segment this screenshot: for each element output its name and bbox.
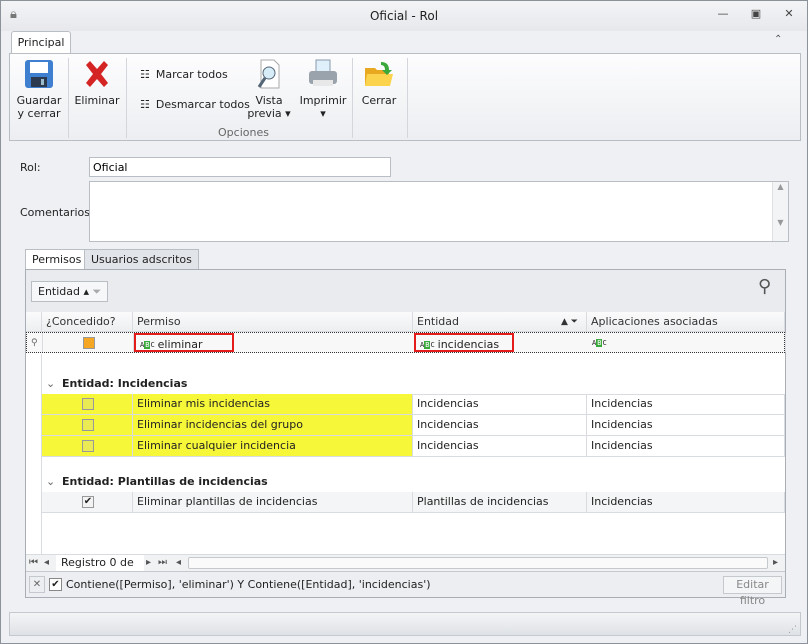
record-navigator: ⏮ ◂ Registro 0 de 4 ▸ ⏭ ◂ ▸ [26,554,785,587]
tab-permisos[interactable]: Permisos [25,249,89,270]
checklist-icon: ☷ [140,68,150,81]
window: 🔒︎ Oficial - Rol — ▣ ✕ Principal ⌃ Guard… [0,0,808,644]
window-title: Oficial - Rol [369,9,439,23]
minimize-button[interactable]: — [713,7,733,23]
close-form-button[interactable]: Cerrar [356,58,402,107]
column-header-entidad[interactable]: Entidad ▲ ⏷ [413,312,587,331]
auto-filter-row: ⚲ ABC eliminar ABC incidencias ABC [26,332,786,353]
filter-concedido[interactable] [43,333,134,352]
uncheck-all-button[interactable]: ☷ Desmarcar todos [140,98,250,111]
comments-textarea[interactable]: ▲ ▼ [89,181,789,242]
rol-input[interactable] [89,157,391,177]
text-filter-icon: ABC [592,339,607,347]
filter-enabled-checkbox[interactable]: ✔ [49,578,62,591]
table-row[interactable]: Eliminar incidencias del grupo Incidenci… [42,415,785,436]
permissions-grid: Entidad ▴ ⏷ ⚲ ¿Concedido? Permiso Entida… [25,269,786,607]
open-folder-icon [365,62,393,86]
chevron-down-icon[interactable]: ⌄ [46,374,55,394]
filter-pin-icon: ⚲ [27,333,43,352]
list-icon: ☷ [140,98,150,111]
group-row-plantillas[interactable]: ⌄ Entidad: Plantillas de incidencias [42,472,785,493]
filter-icon: ⏷ [92,285,102,298]
granted-checkbox[interactable] [82,419,94,431]
table-row[interactable]: Eliminar cualquier incidencia Incidencia… [42,436,785,457]
sort-asc-icon: ▲ ⏷ [561,317,578,327]
text-filter-icon: ABC [420,341,435,349]
scroll-left-icon[interactable]: ◂ [176,555,181,571]
table-row[interactable]: ✔ Eliminar plantillas de incidencias Pla… [42,492,785,513]
rol-label: Rol: [20,161,41,174]
scrollbar[interactable]: ▲ ▼ [772,182,788,241]
comments-label: Comentarios: [20,206,94,219]
filter-panel: ✕ ✔ Contiene([Permiso], 'eliminar') Y Co… [26,571,785,607]
delete-button[interactable]: Eliminar [74,58,120,107]
column-header-concedido[interactable]: ¿Concedido? [42,312,133,331]
print-preview-button[interactable]: Vista previa ▾ [246,58,292,120]
maximize-button[interactable]: ▣ [746,7,766,23]
horizontal-scrollbar[interactable] [188,557,768,569]
granted-checkbox-checked[interactable]: ✔ [82,496,94,508]
prev-record-icon[interactable]: ◂ [44,555,49,571]
table-row[interactable]: Eliminar mis incidencias Incidencias Inc… [42,394,785,415]
print-button[interactable]: Imprimir ▾ [298,58,348,120]
granted-checkbox[interactable] [82,440,94,452]
scroll-right-icon[interactable]: ▸ [773,555,778,571]
first-record-icon[interactable]: ⏮ [29,555,38,571]
group-panel: Entidad ▴ ⏷ ⚲ [26,270,785,312]
indeterminate-checkbox[interactable] [83,337,95,349]
filter-expression[interactable]: Contiene([Permiso], 'eliminar') Y Contie… [66,578,431,591]
edit-filter-button[interactable]: Editar filtro [723,576,782,607]
status-bar: ⋰ [9,612,801,636]
close-button[interactable]: ✕ [779,7,799,23]
filter-entidad-input[interactable]: ABC incidencias [414,333,514,352]
header-row: ¿Concedido? Permiso Entidad ▲ ⏷ Aplicacio… [26,312,785,332]
clear-filter-button[interactable]: ✕ [29,576,45,593]
group-by-entidad-button[interactable]: Entidad ▴ ⏷ [31,281,109,302]
column-header-permiso[interactable]: Permiso [133,312,413,331]
group-row-incidencias[interactable]: ⌄ Entidad: Incidencias [42,374,785,395]
column-header-aplicaciones[interactable]: Aplicaciones asociadas [587,312,785,331]
save-close-button[interactable]: Guardar y cerrar [14,58,64,120]
search-icon[interactable]: ⚲ [758,276,771,297]
magnifier-page-icon [257,59,280,89]
next-record-icon[interactable]: ▸ [146,555,151,571]
ribbon-tab-principal[interactable]: Principal [11,31,71,54]
last-record-icon[interactable]: ⏭ [158,555,167,571]
group-label-opciones: Opciones [218,126,269,139]
filter-aplicaciones-input[interactable]: ABC [588,333,786,352]
printer-icon [309,59,337,86]
red-x-icon [86,61,108,87]
filter-permiso-input[interactable]: ABC eliminar [134,333,234,352]
chevron-down-icon[interactable]: ⌄ [46,472,55,492]
text-filter-icon: ABC [140,341,155,349]
tab-usuarios-adscritos[interactable]: Usuarios adscritos [84,249,199,270]
granted-checkbox[interactable] [82,398,94,410]
title-bar: 🔒︎ Oficial - Rol — ▣ ✕ [1,1,807,31]
check-all-button[interactable]: ☷ Marcar todos [140,68,228,81]
collapse-ribbon-icon[interactable]: ⌃ [774,34,782,45]
floppy-disk-icon [25,60,53,88]
resize-grip-icon[interactable]: ⋰ [788,625,797,635]
ribbon: Guardar y cerrar Eliminar ☷ Marcar todos … [9,53,801,141]
